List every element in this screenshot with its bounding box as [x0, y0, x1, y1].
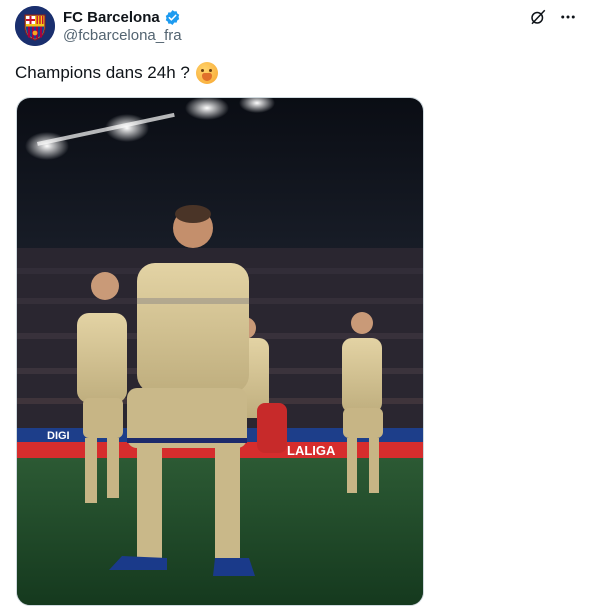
- author-handle[interactable]: @fcbarcelona_fra: [63, 27, 182, 44]
- verified-badge-icon: [164, 9, 181, 26]
- tweet-text: Champions dans 24h ?: [15, 62, 218, 84]
- fc-barcelona-crest-icon: [15, 6, 55, 46]
- ad-board-center: LALIGA: [287, 443, 336, 458]
- photo-celebration-scene: DIGI LALIGA: [17, 98, 423, 605]
- display-name[interactable]: FC Barcelona: [63, 9, 160, 26]
- ad-board-left: DIGI: [47, 430, 70, 442]
- tweet-text-content: Champions dans 24h ?: [15, 63, 190, 82]
- author-name-row[interactable]: FC Barcelona: [63, 7, 181, 27]
- tweet-photo[interactable]: DIGI LALIGA: [16, 97, 424, 606]
- tweet-actions: [527, 6, 579, 28]
- smiling-face-emoji-icon: [195, 62, 218, 84]
- grok-icon[interactable]: [527, 6, 549, 28]
- more-options-icon[interactable]: [557, 6, 579, 28]
- avatar[interactable]: [15, 6, 55, 46]
